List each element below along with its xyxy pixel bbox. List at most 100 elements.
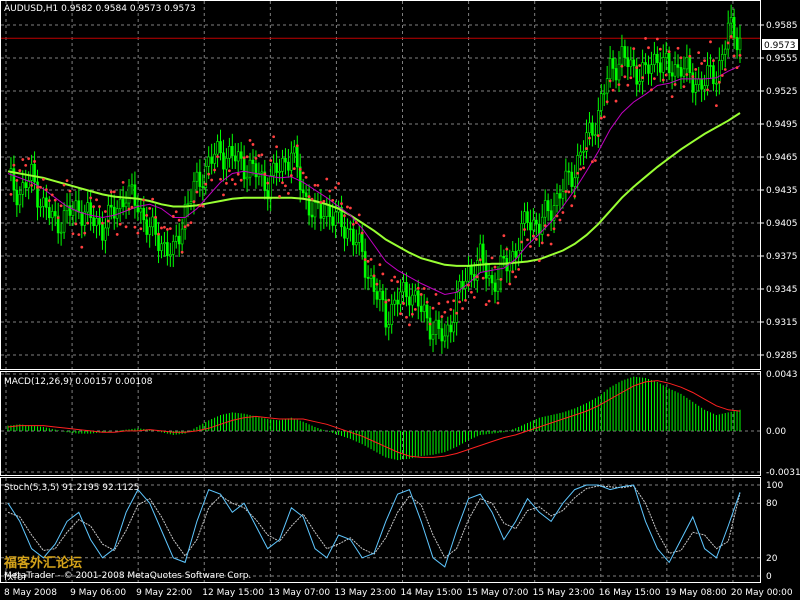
sar-dot: [691, 75, 695, 78]
candle-body: [30, 163, 33, 181]
sar-dot: [201, 204, 205, 208]
sar-dot: [422, 287, 426, 290]
x-tick-label: 19 May 08:00: [665, 588, 727, 598]
candle-body: [694, 84, 698, 93]
y-tick-label: 0.9375: [766, 252, 798, 262]
sar-dot: [301, 171, 305, 175]
candle-body: [455, 291, 458, 323]
sar-dot: [354, 221, 358, 224]
candle-body: [186, 203, 190, 205]
sar-dot: [33, 160, 36, 163]
ma-fast-line: [7, 65, 741, 296]
stoch-y-tick-label: 100: [766, 481, 783, 491]
sar-dot: [71, 232, 75, 236]
candle-body: [408, 296, 411, 306]
sar-dot: [735, 66, 739, 70]
candle-body: [405, 282, 408, 298]
sar-dot: [605, 100, 609, 104]
candle-body: [526, 211, 529, 223]
sar-dot: [582, 166, 585, 170]
sar-dot: [717, 80, 721, 84]
y-tick-label: 0.9435: [766, 186, 798, 196]
sar-dot: [658, 47, 662, 51]
candle-body: [349, 228, 352, 231]
sar-dot: [77, 233, 81, 237]
candle-body: [723, 48, 727, 55]
sar-dot: [195, 190, 199, 194]
candle-body: [260, 171, 264, 174]
sar-dot: [653, 77, 656, 81]
candle-body: [174, 235, 178, 242]
candle-body: [726, 22, 730, 50]
sar-dot: [490, 256, 494, 260]
sar-dot: [130, 205, 134, 209]
candle-body: [650, 64, 653, 74]
sar-dot: [588, 136, 591, 140]
sar-dot: [617, 83, 621, 87]
sar-dot: [579, 167, 583, 171]
sar-dot: [623, 75, 627, 79]
sar-dot: [133, 225, 137, 229]
macd-header: MACD(12,26,9) 0.00157 0.00108: [4, 377, 153, 387]
sar-dot: [443, 310, 447, 314]
sar-dot: [101, 221, 104, 225]
candle-body: [189, 201, 193, 204]
sar-dot: [357, 213, 361, 217]
candle-body: [313, 202, 317, 218]
sar-dot: [89, 196, 93, 200]
candle-body: [437, 319, 441, 329]
x-tick-label: 15 May 07:00: [467, 588, 529, 598]
sar-dot: [540, 241, 544, 245]
candle-body: [248, 159, 252, 178]
sar-dot: [53, 198, 57, 202]
sar-dot: [65, 179, 69, 183]
sar-dot: [298, 167, 302, 171]
sar-dot: [272, 135, 276, 139]
candle-body: [644, 62, 647, 66]
sar-dot: [112, 190, 116, 194]
sar-dot: [284, 184, 287, 188]
sar-dot: [30, 183, 34, 187]
sar-dot: [641, 76, 644, 80]
candle-body: [112, 206, 116, 219]
sar-dot: [266, 181, 270, 185]
sar-dot: [219, 177, 222, 181]
sar-dot: [337, 182, 340, 185]
sar-dot: [425, 300, 429, 304]
sar-dot: [36, 185, 39, 189]
sar-dot: [225, 181, 228, 185]
candle-body: [434, 319, 438, 335]
sar-dot: [626, 83, 630, 87]
candle-body: [325, 205, 329, 217]
candle-body: [532, 219, 535, 231]
candle-body: [446, 324, 450, 337]
candle-body: [334, 211, 337, 226]
candle-body: [431, 334, 435, 340]
candle-body: [629, 59, 633, 68]
candle-body: [617, 63, 621, 81]
sar-dot: [661, 78, 665, 82]
sar-dot: [732, 54, 736, 58]
sar-dot: [319, 201, 323, 204]
candle-body: [198, 171, 202, 187]
sar-dot: [478, 258, 482, 262]
candle-body: [15, 189, 19, 206]
candle-body: [139, 207, 143, 213]
candle-body: [236, 151, 240, 162]
candle-body: [599, 93, 603, 111]
candle-body: [626, 57, 630, 68]
sar-dot: [650, 88, 653, 92]
sar-dot: [399, 312, 402, 316]
candle-body: [24, 182, 28, 189]
candle-body: [440, 328, 444, 342]
candle-body: [269, 175, 272, 200]
candle-body: [523, 211, 526, 224]
sar-dot: [410, 312, 414, 316]
candle-body: [638, 81, 641, 85]
sar-dot: [508, 282, 512, 286]
sar-dot: [278, 195, 281, 198]
macd-y-tick-label: -0.0031: [766, 468, 800, 478]
sar-dot: [452, 299, 456, 303]
candle-body: [591, 122, 594, 136]
sar-dot: [472, 296, 476, 299]
